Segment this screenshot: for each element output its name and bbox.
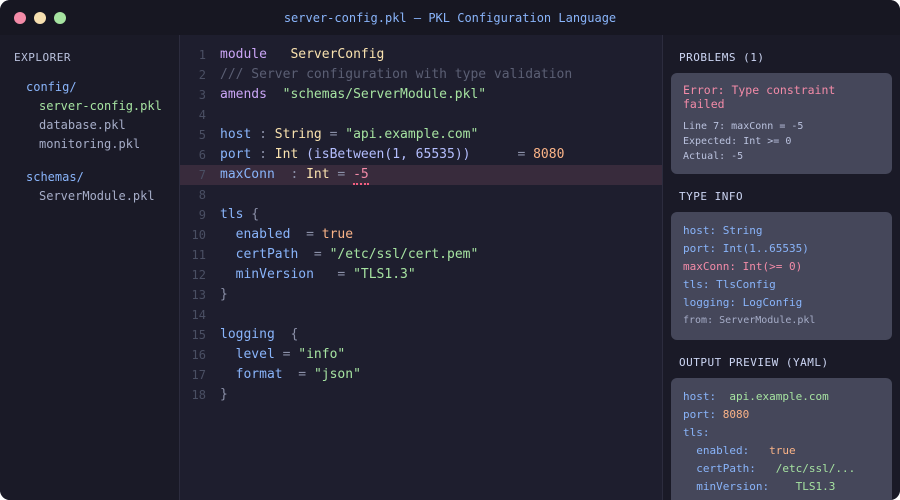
line-number: 2 [198,68,206,82]
explorer-file[interactable]: database.pkl [0,116,179,135]
code-text: level = "info" [235,347,346,362]
code-line[interactable]: 12 minVersion = "TLS1.3" [180,265,662,285]
line-number: 11 [191,248,206,262]
code-line[interactable]: 3 amends "schemas/ServerModule.pkl" [180,85,662,105]
code-line[interactable]: 16 level = "info" [180,345,662,365]
explorer-file[interactable]: ServerModule.pkl [0,187,179,206]
code-line[interactable]: 7 maxConn : Int = -5 [180,165,662,185]
line-number: 18 [191,388,206,402]
line-number: 15 [191,328,206,342]
yaml-row: minVersion: TLS1.3 [683,480,836,493]
code-line[interactable]: 9 tls { [180,205,662,225]
line-number: 1 [198,48,206,62]
line-number: 7 [198,168,206,182]
yaml-preview: host: api.example.com port: 8080 tls: enab… [683,388,880,500]
code-lines: 1 module ServerConfig 2 /// Server configur… [180,45,662,405]
problem-error-title: Error: Type constraint failed [683,83,836,111]
line-number: 16 [191,348,206,362]
explorer-file[interactable]: monitoring.pkl [0,135,179,154]
yaml-preview-card: host: api.example.com port: 8080 tls: enab… [671,378,892,500]
type-info-row: host: String [683,224,763,237]
code-text: certPath = "/etc/ssl/cert.pem" [235,247,479,262]
code-text: maxConn : Int = -5 [220,165,369,185]
code-text: /// Server configuration with type valid… [220,67,573,82]
type-info-row: tls: TlsConfig [683,278,776,291]
type-info-row: maxConn: Int(>= 0) [683,260,803,273]
main-area: EXPLORER config/server-config.pkl databas… [0,35,900,500]
line-number: 17 [191,368,206,382]
yaml-row: logging: [683,496,880,500]
code-line[interactable]: 10 enabled = true [180,225,662,245]
problem-detail: Line 7: maxConn = -5 [683,121,804,132]
right-panel: PROBLEMS (1) Error: Type constraint fail… [662,35,900,500]
code-text: enabled = true [235,227,354,242]
type-info-row: logging: LogConfig [683,296,803,309]
explorer-folder[interactable]: config/ [0,78,179,97]
title-bar: server-config.pkl — PKL Configuration La… [0,0,900,35]
line-number: 4 [198,108,206,122]
line-number: 12 [191,268,206,282]
code-text: amends "schemas/ServerModule.pkl" [220,87,487,102]
type-info-row: port: Int(1..65535) [683,242,809,255]
code-line[interactable]: 8 [180,185,662,205]
type-info-header: TYPE INFO [679,190,744,203]
line-number: 10 [191,228,206,242]
explorer-list: config/server-config.pkl database.pkl moni… [0,78,179,206]
code-line[interactable]: 11 certPath = "/etc/ssl/cert.pem" [180,245,662,265]
code-text: host : String = "api.example.com" [220,127,479,142]
yaml-row: port: 8080 [683,408,750,421]
code-text: minVersion = "TLS1.3" [235,267,416,282]
code-line[interactable]: 4 [180,105,662,125]
problem-detail: Actual: -5 [683,151,744,162]
code-editor[interactable]: 1 module ServerConfig 2 /// Server configur… [180,35,662,500]
problem-details: Line 7: maxConn = -5 Expected: Int >= 0 Ac… [683,119,880,164]
explorer-file[interactable]: server-config.pkl [0,97,179,116]
app-window: server-config.pkl — PKL Configuration La… [0,0,900,500]
output-preview-header: OUTPUT PREVIEW (YAML) [679,356,829,369]
code-line[interactable]: 18} [180,385,662,405]
code-line[interactable]: 15 logging { [180,325,662,345]
code-text: port : Int (isBetween(1, 65535)) = 8080 [220,147,565,162]
explorer-header: EXPLORER [14,51,71,64]
code-line[interactable]: 13} [180,285,662,305]
line-number: 13 [191,288,206,302]
code-text: module ServerConfig [220,47,385,62]
error-squiggle: -5 [353,167,369,185]
type-info-list: host: String port: Int(1..65535) maxConn: … [683,222,880,330]
explorer-sidebar: EXPLORER config/server-config.pkl databas… [0,35,180,500]
yaml-row: enabled: true [683,444,796,457]
code-line[interactable]: 17 format = "json" [180,365,662,385]
code-text: tls { [220,207,260,222]
code-line[interactable]: 14 [180,305,662,325]
code-text: } [220,287,228,302]
yaml-row: tls: [683,426,710,439]
window-title: server-config.pkl — PKL Configuration La… [283,10,617,25]
code-text: } [220,387,228,402]
problem-detail: Expected: Int >= 0 [683,136,792,147]
problems-header: PROBLEMS (1) [679,51,765,64]
code-line[interactable]: 2 /// Server configuration with type vali… [180,65,662,85]
line-number: 5 [198,128,206,142]
code-text: logging { [220,327,299,342]
type-info-card: host: String port: Int(1..65535) maxConn: … [671,212,892,340]
code-text: format = "json" [235,367,361,382]
code-line[interactable]: 1 module ServerConfig [180,45,662,65]
code-line[interactable]: 5 host : String = "api.example.com" [180,125,662,145]
explorer-folder[interactable]: schemas/ [0,168,179,187]
line-number: 3 [198,88,206,102]
yaml-row: certPath: /etc/ssl/... [683,462,856,475]
line-number: 14 [191,308,206,322]
line-number: 9 [198,208,206,222]
code-line[interactable]: 6 port : Int (isBetween(1, 65535)) = 8080 [180,145,662,165]
yaml-row: host: api.example.com [683,390,829,403]
line-number: 6 [198,148,206,162]
line-number: 8 [198,188,206,202]
problems-card[interactable]: Error: Type constraint failed Line 7: ma… [671,73,892,174]
type-info-row: from: ServerModule.pkl [683,315,816,326]
